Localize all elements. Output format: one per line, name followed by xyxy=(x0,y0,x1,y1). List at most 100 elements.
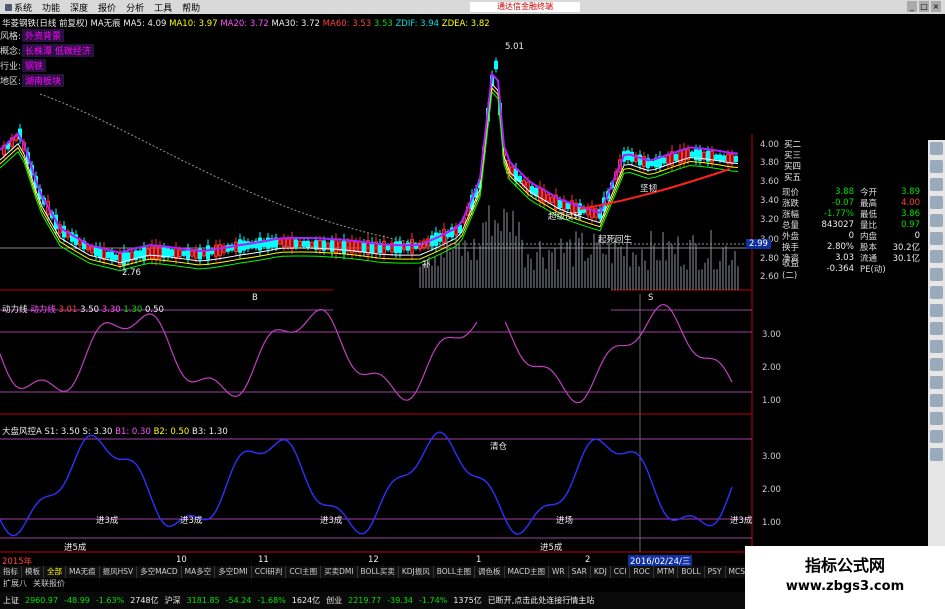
tool-icon[interactable] xyxy=(930,412,943,425)
menu-item-depth[interactable]: 深度 xyxy=(65,1,93,14)
menu-item-tools[interactable]: 工具 xyxy=(149,1,177,14)
quote-value: 3.86 xyxy=(901,208,920,219)
indicator-tab[interactable]: 全部 xyxy=(44,566,66,578)
quote-value: 0.97 xyxy=(901,219,920,230)
menu-item-quote[interactable]: 报价 xyxy=(93,1,121,14)
status-item: -39.34 xyxy=(387,596,414,605)
menu-item-function[interactable]: 功能 xyxy=(37,1,65,14)
tool-icon[interactable] xyxy=(930,286,943,299)
tool-icon[interactable] xyxy=(930,196,943,209)
indicator-tab[interactable]: SAR xyxy=(569,566,591,578)
indicator-tab[interactable]: MTM xyxy=(654,566,679,578)
menu-item-system[interactable]: 系统 xyxy=(0,1,37,14)
tool-icon[interactable] xyxy=(930,250,943,263)
market-risk-title[interactable]: 大盘风控A xyxy=(2,427,42,437)
indicator-tab[interactable]: PSY xyxy=(705,566,726,578)
quote-value: 30.1亿 xyxy=(892,253,920,264)
price-tick: 2.60 xyxy=(760,272,779,282)
indicator-tab[interactable]: BOLL买卖 xyxy=(358,566,399,578)
indicator-tab[interactable]: 买卖DMI xyxy=(321,566,358,578)
tool-icon[interactable] xyxy=(930,214,943,227)
tool-icon[interactable] xyxy=(930,358,943,371)
market-risk-header: 大盘风控A S1: 3.50 S: 3.30 B1: 0.30 B2: 0.50… xyxy=(2,425,228,437)
quote-value: -0.07 xyxy=(832,197,854,208)
power-line-v1: 3.01 xyxy=(58,305,78,315)
maximize-button[interactable]: □ xyxy=(919,1,929,12)
quote-value: 3.89 xyxy=(901,186,920,197)
tool-icon[interactable] xyxy=(930,268,943,281)
long-ma-line xyxy=(39,93,760,245)
indicator-tab[interactable]: MACD主图 xyxy=(505,566,549,578)
watermark-title: 指标公式网 xyxy=(804,556,885,575)
tool-icon[interactable] xyxy=(930,160,943,173)
power-line-name: 动力线 xyxy=(30,305,56,315)
status-item: -1.63% xyxy=(95,596,125,605)
entry-signal: 进5成 xyxy=(540,543,563,553)
tool-icon[interactable] xyxy=(930,232,943,245)
power-line-title[interactable]: 动力线 xyxy=(2,305,28,315)
risk-b3: B3: 1.30 xyxy=(192,427,228,437)
indicator-tab[interactable]: BOLL主图 xyxy=(434,566,476,578)
indicator-tab[interactable]: 调色板 xyxy=(475,566,505,578)
quote-value: 0 xyxy=(914,230,920,241)
risk-b1: B1: 0.30 xyxy=(115,427,151,437)
indicator-tab[interactable]: MA多空 xyxy=(182,566,216,578)
tool-icon[interactable] xyxy=(930,376,943,389)
menu-item-help[interactable]: 帮助 xyxy=(177,1,205,14)
tool-icon[interactable] xyxy=(930,142,943,155)
indicator-tab[interactable]: WR xyxy=(549,566,569,578)
indicator-tab[interactable]: 指标 xyxy=(0,566,22,578)
add-signal: 进3成 xyxy=(96,516,119,526)
order-book: 买二 买三 买四 买五 xyxy=(784,138,802,183)
promo-banner[interactable]: 通达信金融终端 xyxy=(470,2,580,12)
candle-body xyxy=(122,250,126,266)
indicator-tab[interactable]: MA无痕 xyxy=(66,566,100,578)
tool-icon[interactable] xyxy=(930,448,943,461)
tool-icon[interactable] xyxy=(930,394,943,407)
low-label: 2.76 xyxy=(122,268,141,278)
indicator-tab[interactable]: KDJ xyxy=(591,566,611,578)
indicator-tab[interactable]: 振风HSV xyxy=(100,566,138,578)
power-line-v4: 1.30 xyxy=(123,305,143,315)
quote-row: 涨幅 -1.77% 最低 3.86 xyxy=(782,208,922,220)
candle-body xyxy=(302,241,306,247)
candle-body xyxy=(294,239,298,248)
candle-body xyxy=(206,245,210,260)
candle-body xyxy=(458,224,462,234)
redacted-area xyxy=(333,288,611,322)
indicator-tab[interactable]: CCI主图 xyxy=(286,566,322,578)
revival-label: 起死回生 xyxy=(598,235,633,245)
tab-related-quote[interactable]: 关联报价 xyxy=(30,578,68,589)
candle-body xyxy=(558,199,562,209)
tab-extension[interactable]: 扩展八 xyxy=(0,578,30,589)
status-item: -48.99 xyxy=(64,596,90,605)
candle-body xyxy=(394,241,398,253)
indicator-tab[interactable]: CCI xyxy=(611,566,631,578)
price-tick: 3.40 xyxy=(760,196,779,206)
indicator-tab[interactable]: 模板 xyxy=(22,566,44,578)
indicator-tab[interactable]: KDJ振风 xyxy=(399,566,434,578)
indicator-tab[interactable]: 多空DMI xyxy=(215,566,252,578)
bid5-label: 买五 xyxy=(784,173,802,183)
candle-body xyxy=(662,157,666,164)
minimize-button[interactable]: _ xyxy=(907,1,917,12)
tool-icon[interactable] xyxy=(930,430,943,443)
status-item: 2219.77 xyxy=(348,596,382,605)
tool-icon[interactable] xyxy=(930,178,943,191)
tool-icon[interactable] xyxy=(930,322,943,335)
sell-marker: S xyxy=(648,293,654,303)
quote-row: 外盘 0 内盘 0 xyxy=(782,230,922,242)
indicator-tab[interactable]: ROC xyxy=(630,566,654,578)
strong-label: 坚韧 xyxy=(640,184,658,194)
menu-item-analysis[interactable]: 分析 xyxy=(121,1,149,14)
tool-icon[interactable] xyxy=(930,304,943,317)
right-toolbar xyxy=(928,140,945,555)
close-button[interactable]: × xyxy=(931,1,941,12)
tool-icon[interactable] xyxy=(930,340,943,353)
price-tick: 4.00 xyxy=(760,140,779,150)
connect-link[interactable]: 已断开,点击此处连接行情主站 xyxy=(485,595,598,606)
candle-body xyxy=(398,241,402,253)
indicator-tab[interactable]: CCI研判 xyxy=(252,566,287,578)
indicator-tab[interactable]: 多空MACD xyxy=(137,566,182,578)
indicator-tab[interactable]: BOLL xyxy=(678,566,705,578)
